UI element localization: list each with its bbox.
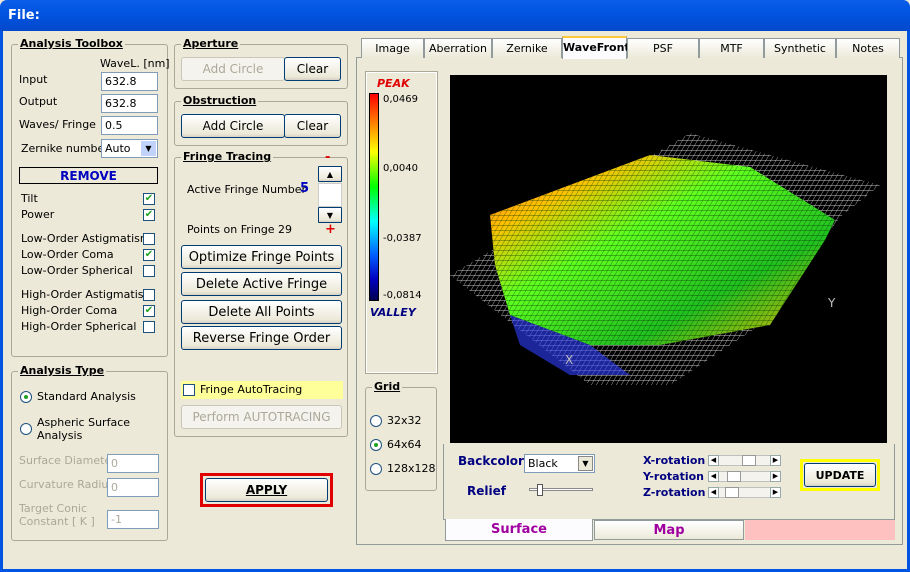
fringe-tracing-title: Fringe Tracing (181, 150, 274, 163)
chevron-down-icon[interactable]: ▼ (141, 141, 156, 156)
zernike-number-label: Zernike number (21, 142, 109, 155)
obstruction-clear-button[interactable]: Clear (284, 114, 341, 138)
obstruction-title: Obstruction (181, 94, 259, 107)
standard-analysis-label: Standard Analysis (37, 390, 136, 403)
fringe-down-button[interactable]: ▼ (318, 207, 342, 223)
target-conic-label-1: Target Conic (19, 502, 88, 515)
empty-tab-area (745, 520, 895, 540)
apply-button[interactable]: APPLY (205, 478, 328, 502)
aspheric-analysis-label-1: Aspheric Surface (37, 416, 131, 429)
term-checkbox[interactable] (143, 289, 155, 301)
term-checkbox[interactable]: ✔ (143, 209, 155, 221)
color-scale-bar (369, 93, 379, 301)
arrow-down-icon: ▼ (326, 210, 334, 220)
arrow-up-icon: ▲ (326, 169, 334, 179)
zernike-number-select[interactable]: Auto ▼ (101, 139, 158, 158)
tab-map[interactable]: Map (594, 520, 744, 540)
perform-autotracing-button[interactable]: Perform AUTOTRACING (181, 405, 342, 429)
x-axis-label: X (565, 353, 573, 367)
tab-wavefront[interactable]: WaveFront (562, 36, 630, 59)
term-label: Low-Order Spherical (21, 264, 133, 277)
fringe-increment-label: + (325, 222, 336, 237)
y-axis-label: Y (827, 296, 836, 310)
valley-label: VALLEY (370, 306, 416, 319)
waves-fringe-field[interactable]: 0.5 (101, 116, 158, 135)
grid-radio-64x64[interactable] (370, 439, 382, 451)
tab-notes[interactable]: Notes (836, 38, 900, 58)
plot-control-panel (443, 444, 895, 520)
target-conic-label-2: Constant [ K ] (19, 515, 95, 528)
aspheric-analysis-radio[interactable] (20, 423, 32, 435)
term-label: Low-Order Coma (21, 248, 114, 261)
obstruction-add-circle-button[interactable]: Add Circle (181, 114, 285, 138)
term-checkbox[interactable]: ✔ (143, 249, 155, 261)
fringe-up-button[interactable]: ▲ (318, 166, 342, 182)
term-checkbox[interactable]: ✔ (143, 193, 155, 205)
active-fringe-label: Active Fringe Number (187, 183, 307, 196)
grid-option-label: 128x128 (387, 462, 436, 475)
term-label: High-Order Spherical (21, 320, 137, 333)
wavelength-header: WaveL. [nm] (100, 57, 170, 70)
grid-option-label: 32x32 (387, 414, 422, 427)
surface-diameter-label: Surface Diameter (19, 454, 116, 467)
aperture-title: Aperture (181, 37, 241, 50)
term-checkbox[interactable] (143, 321, 155, 333)
curvature-radius-label: Curvature Radius (19, 478, 115, 491)
tab-zernike[interactable]: Zernike (492, 38, 562, 58)
tab-mtf[interactable]: MTF (699, 38, 764, 58)
input-wavelength-field[interactable]: 632.8 (101, 72, 158, 91)
term-label: High-Order Coma (21, 304, 118, 317)
term-checkbox[interactable]: ✔ (143, 305, 155, 317)
curvature-radius-field[interactable]: 0 (107, 478, 159, 497)
term-label: Tilt (21, 192, 38, 205)
active-fringe-value: 5 (300, 181, 310, 196)
scale-tick-4: -0,0814 (383, 290, 422, 301)
term-label: Power (21, 208, 55, 221)
scale-tick-3: -0,0387 (383, 233, 422, 244)
grid-radio-32x32[interactable] (370, 415, 382, 427)
delete-active-fringe-button[interactable]: Delete Active Fringe (181, 272, 342, 296)
term-checkbox[interactable] (143, 233, 155, 245)
fringe-decrement-label: - (325, 150, 331, 165)
wavefront-surface-svg: X Y (450, 133, 880, 385)
tab-psf[interactable]: PSF (627, 38, 699, 58)
aperture-add-circle-button[interactable]: Add Circle (181, 57, 285, 81)
tab-synthetic[interactable]: Synthetic (764, 38, 836, 58)
output-wavelength-field[interactable]: 632.8 (101, 94, 158, 113)
aperture-clear-button[interactable]: Clear (284, 57, 341, 81)
fringe-autotracing-checkbox[interactable] (183, 384, 195, 396)
analysis-type-title: Analysis Type (18, 364, 107, 377)
target-conic-field[interactable]: -1 (107, 510, 159, 529)
tab-aberration[interactable]: Aberration (424, 38, 492, 58)
surface-diameter-field[interactable]: 0 (107, 454, 159, 473)
tab-image[interactable]: Image (361, 38, 424, 58)
peak-label: PEAK (377, 77, 410, 90)
optimize-fringe-points-button[interactable]: Optimize Fringe Points (181, 245, 342, 269)
term-label: Low-Order Astigmatism (21, 232, 151, 245)
fringe-scroll-track[interactable] (318, 183, 342, 207)
wavefront-3d-plot[interactable]: X Y (450, 75, 887, 443)
standard-analysis-radio[interactable] (20, 391, 32, 403)
remove-header: REMOVE (19, 167, 158, 184)
analysis-toolbox-title: Analysis Toolbox (18, 37, 125, 50)
scale-tick-1: 0,0469 (383, 94, 418, 105)
waves-fringe-label: Waves/ Fringe (19, 118, 96, 131)
reverse-fringe-order-button[interactable]: Reverse Fringe Order (181, 326, 342, 350)
window-title: File: (8, 8, 40, 23)
grid-title: Grid (372, 380, 403, 393)
output-label: Output (19, 95, 58, 108)
delete-all-points-button[interactable]: Delete All Points (181, 300, 342, 324)
zernike-number-value: Auto (105, 142, 131, 155)
title-bar: File: (0, 0, 910, 31)
input-label: Input (19, 73, 48, 86)
aspheric-analysis-label-2: Analysis (37, 429, 83, 442)
points-on-fringe-label: Points on Fringe 29 (187, 223, 293, 236)
fringe-autotracing-label: Fringe AutoTracing (200, 383, 303, 396)
scale-tick-2: 0,0040 (383, 163, 418, 174)
term-label: High-Order Astigmatism (21, 288, 155, 301)
grid-option-label: 64x64 (387, 438, 422, 451)
tab-surface[interactable]: Surface (445, 519, 593, 541)
term-checkbox[interactable] (143, 265, 155, 277)
grid-radio-128x128[interactable] (370, 463, 382, 475)
